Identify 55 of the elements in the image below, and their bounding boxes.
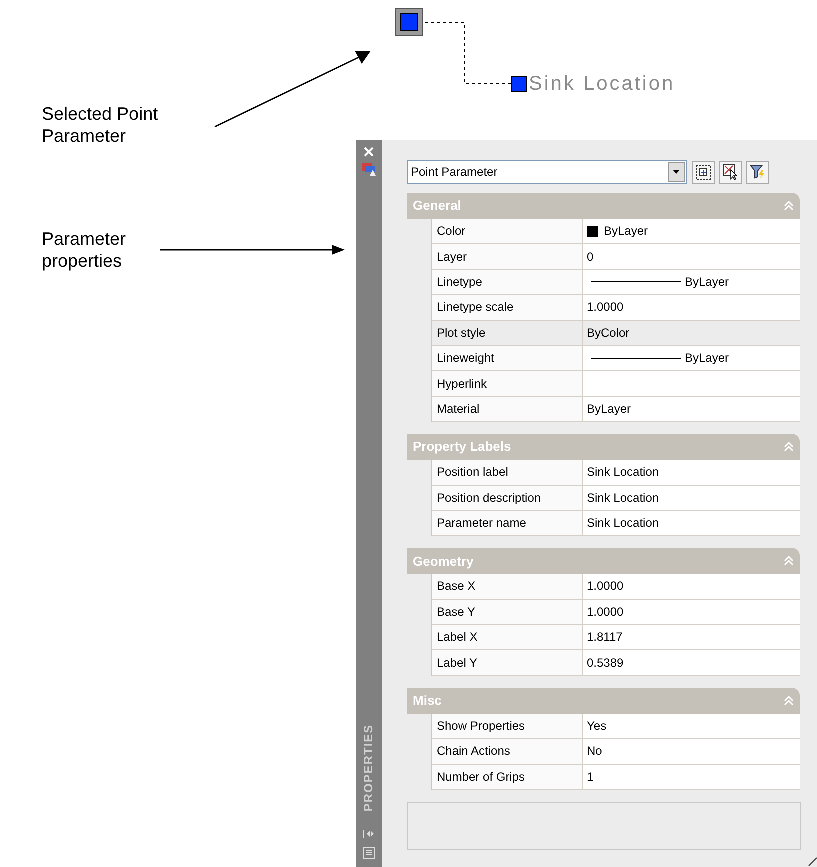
property-name[interactable]: Base X	[432, 574, 583, 599]
palette-icon[interactable]	[361, 161, 377, 177]
property-value[interactable]: Yes	[583, 714, 800, 738]
property-name[interactable]: Label X	[432, 625, 583, 650]
grip-icon[interactable]	[512, 76, 528, 92]
parameter-label: Sink Location	[529, 74, 676, 94]
toggle-pickadd-button[interactable]	[692, 160, 715, 184]
cursor-box-icon	[722, 164, 738, 180]
property-value[interactable]: 0	[583, 244, 800, 269]
caret-icon[interactable]	[668, 162, 685, 182]
property-name[interactable]: Material	[432, 396, 583, 422]
property-name[interactable]: Label Y	[432, 650, 583, 675]
property-value[interactable]: 1	[583, 764, 800, 790]
property-name[interactable]: Position label	[432, 460, 583, 485]
property-name[interactable]: Show Properties	[432, 714, 583, 738]
property-value[interactable]: ByLayer	[583, 270, 800, 294]
value-text: ByLayer	[685, 274, 730, 291]
property-value[interactable]: Sink Location	[583, 486, 800, 510]
annotation-text: Selected Point Parameter	[42, 103, 160, 147]
quick-select-button[interactable]	[746, 160, 769, 184]
property-value[interactable]: Sink Location	[583, 510, 800, 536]
object-type-dropdown[interactable]: Point Parameter	[407, 160, 687, 184]
property-name[interactable]: Base Y	[432, 600, 583, 624]
property-name[interactable]: Hyperlink	[432, 371, 583, 396]
property-value[interactable]: ByLayer	[583, 219, 800, 244]
property-name[interactable]: Parameter name	[432, 510, 583, 536]
palette-title: PROPERTIES	[361, 724, 377, 812]
property-name[interactable]: Linetype	[432, 270, 583, 294]
property-value[interactable]: 0.5389	[583, 650, 800, 675]
value-text: ByLayer	[685, 350, 730, 368]
property-name[interactable]: Position description	[432, 486, 583, 510]
select-objects-button[interactable]	[719, 160, 742, 184]
property-value[interactable]: 1.0000	[583, 600, 800, 624]
property-name[interactable]: Number of Grips	[432, 764, 583, 790]
property-value[interactable]: 1.0000	[583, 295, 800, 320]
resize-grip-icon[interactable]	[808, 857, 817, 867]
auto-hide-icon[interactable]	[363, 829, 375, 839]
property-name[interactable]: Layer	[432, 244, 583, 269]
property-value[interactable]: No	[583, 739, 800, 764]
property-value[interactable]: Sink Location	[583, 460, 800, 485]
list-icon[interactable]	[363, 847, 375, 859]
property-value[interactable]: 1.8117	[583, 625, 800, 650]
funnel-icon	[750, 164, 766, 180]
property-name[interactable]: Color	[432, 219, 583, 244]
property-name[interactable]: Chain Actions	[432, 739, 583, 764]
property-value[interactable]: 1.0000	[583, 574, 800, 599]
property-name[interactable]: Lineweight	[432, 346, 583, 370]
annotation-text: Parameter properties	[42, 228, 128, 272]
property-value[interactable]: ByLayer	[583, 396, 800, 422]
value-text: ByLayer	[604, 223, 648, 240]
close-icon[interactable]	[364, 147, 374, 157]
property-value[interactable]: ByLayer	[583, 346, 800, 370]
plus-box-icon	[696, 164, 711, 180]
property-name[interactable]: Linetype scale	[432, 295, 583, 320]
grip-icon[interactable]	[396, 8, 424, 36]
